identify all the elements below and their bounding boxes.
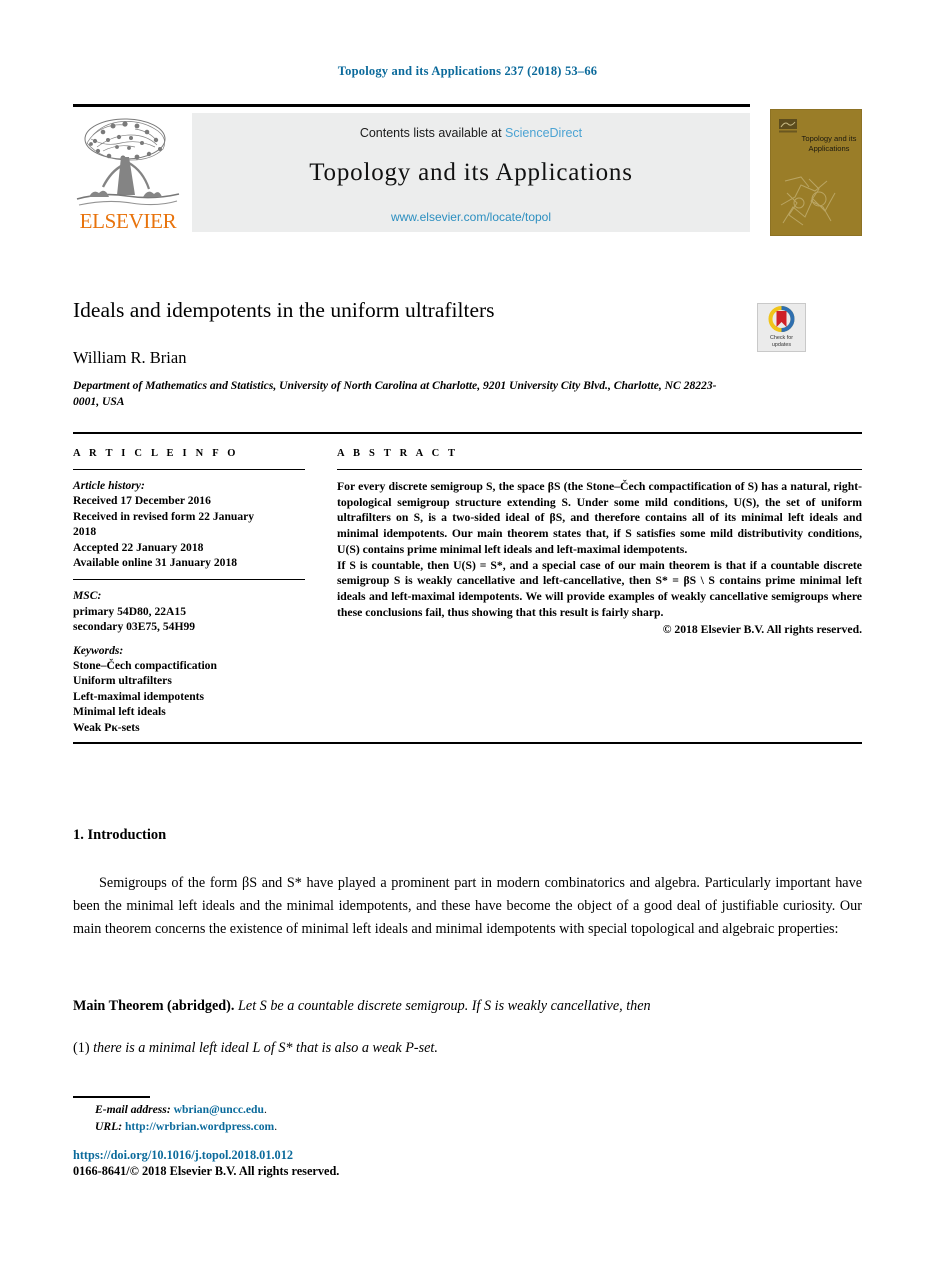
theorem-statement: Let S be a countable discrete semigroup.… xyxy=(238,998,651,1014)
msc-line: primary 54D80, 22A15 xyxy=(73,604,187,618)
contents-available-line: Contents lists available at ScienceDirec… xyxy=(192,126,750,140)
article-history-label: Article history: xyxy=(73,479,145,492)
history-line: Accepted 22 January 2018 xyxy=(73,540,204,554)
crossmark-label: Check for updates xyxy=(758,335,805,348)
abstract-heading: A B S T R A C T xyxy=(337,448,459,459)
url-label: URL: xyxy=(95,1119,123,1133)
keyword-item: Minimal left ideals xyxy=(73,705,166,719)
article-info-rule xyxy=(73,469,305,470)
history-line: Received 17 December 2016 xyxy=(73,494,211,508)
abstract-column: A B S T R A C T For every discrete semig… xyxy=(337,448,862,636)
cover-artwork xyxy=(780,176,836,226)
history-line: 2018 xyxy=(73,525,97,539)
issn-copyright-line: 0166-8641/© 2018 Elsevier B.V. All right… xyxy=(73,1164,340,1178)
footnote-rule xyxy=(73,1096,150,1098)
elsevier-logo: ELSEVIER xyxy=(73,113,183,232)
theorem-item-1: (1) there is a minimal left ideal L of S… xyxy=(73,1040,862,1057)
url-line: URL: http://wrbrian.wordpress.com. xyxy=(95,1119,278,1133)
article-info-heading: A R T I C L E I N F O xyxy=(73,448,239,459)
info-bottom-rule xyxy=(73,742,862,744)
email-link[interactable]: wbrian@uncc.edu xyxy=(174,1103,264,1116)
author-affiliation: Department of Mathematics and Statistics… xyxy=(73,379,717,409)
article-history-group: Article history: Received 17 December 20… xyxy=(73,478,305,570)
keywords-label: Keywords: xyxy=(73,643,124,657)
abstract-rule xyxy=(337,469,862,470)
history-line: Received in revised form 22 January xyxy=(73,509,255,523)
crossmark-icon xyxy=(768,306,795,332)
item-text: there is a minimal left ideal L of S* th… xyxy=(93,1040,438,1056)
msc-line: secondary 03E75, 54H99 xyxy=(73,620,196,634)
contents-prefix: Contents lists available at xyxy=(359,126,506,140)
running-head: Topology and its Applications 237 (2018)… xyxy=(337,64,598,78)
masthead-top-rule xyxy=(73,104,750,107)
crossmark-label-line1: Check for xyxy=(769,335,794,342)
keyword-item: Stone–Čech compactification xyxy=(73,659,217,673)
crossmark-label-line2: updates xyxy=(771,341,792,348)
cover-elsevier-icon xyxy=(779,119,797,133)
theorem-label: Main Theorem (abridged). xyxy=(73,998,235,1014)
msc-label: MSC: xyxy=(73,589,102,603)
abstract-paragraph: If S is countable, then U(S) = S*, and a… xyxy=(337,558,862,619)
email-line: E-mail address: wbrian@uncc.edu. xyxy=(95,1103,267,1116)
journal-title: Topology and its Applications xyxy=(309,159,633,186)
msc-group: MSC: primary 54D80, 22A15 secondary 03E7… xyxy=(73,588,305,634)
elsevier-tree-icon xyxy=(76,118,180,206)
cover-journal-title: Topology and its Applications xyxy=(801,134,857,154)
page-title: Ideals and idempotents in the uniform ul… xyxy=(73,298,495,322)
keywords-group: Keywords: Stone–Čech compactification Un… xyxy=(73,643,305,735)
doi-link[interactable]: https://doi.org/10.1016/j.topol.2018.01.… xyxy=(73,1148,293,1163)
homepage-link[interactable]: http://wrbrian.wordpress.com xyxy=(125,1120,274,1133)
main-theorem: Main Theorem (abridged). Let S be a coun… xyxy=(73,995,862,1018)
crossmark-badge[interactable]: Check for updates xyxy=(757,303,806,352)
article-info-column: A R T I C L E I N F O Article history: R… xyxy=(73,448,305,735)
keyword-item: Uniform ultrafilters xyxy=(73,674,172,688)
email-label: E-mail address: xyxy=(95,1103,171,1116)
paper-page: Topology and its Applications 237 (2018)… xyxy=(0,0,935,1266)
introduction-paragraph: Semigroups of the form βS and S* have pl… xyxy=(73,875,862,937)
section-heading-introduction: 1. Introduction xyxy=(73,827,167,843)
elsevier-wordmark: ELSEVIER xyxy=(79,209,177,233)
masthead-band: Contents lists available at ScienceDirec… xyxy=(192,113,750,232)
abstract-paragraph: For every discrete semigroup S, the spac… xyxy=(337,480,862,556)
article-info-separator xyxy=(73,579,305,581)
journal-homepage-link[interactable]: www.elsevier.com/locate/topol xyxy=(192,210,750,224)
author-name: William R. Brian xyxy=(73,348,187,367)
history-line: Available online 31 January 2018 xyxy=(73,556,238,570)
info-top-rule xyxy=(73,432,862,434)
journal-cover-thumbnail: Topology and its Applications xyxy=(770,109,862,236)
keyword-item: Weak Pκ-sets xyxy=(73,720,140,734)
abstract-copyright: © 2018 Elsevier B.V. All rights reserved… xyxy=(662,622,862,636)
abstract-body: For every discrete semigroup S, the spac… xyxy=(337,479,862,621)
item-number: (1) xyxy=(73,1040,90,1056)
keyword-item: Left-maximal idempotents xyxy=(73,689,205,703)
footnote-block: E-mail address: wbrian@uncc.edu. URL: ht… xyxy=(95,1102,277,1136)
journal-masthead: ELSEVIER Contents lists available at Sci… xyxy=(73,104,862,236)
sciencedirect-link[interactable]: ScienceDirect xyxy=(505,126,582,140)
